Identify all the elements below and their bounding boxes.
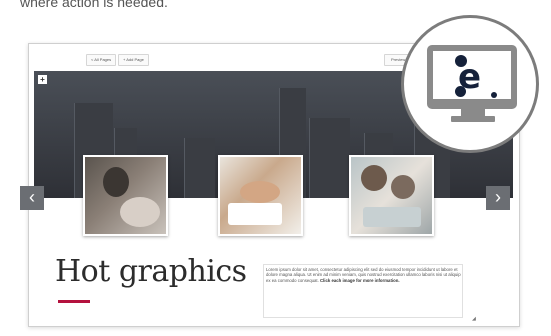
carousel-prev-button[interactable]: ‹ xyxy=(20,186,44,210)
cta-text: Click each image for more information. xyxy=(320,277,400,283)
elucidat-logo-icon: e xyxy=(458,57,482,97)
logo-dot xyxy=(491,92,497,98)
chevron-right-icon: › xyxy=(495,187,501,207)
hotspot-image-1[interactable] xyxy=(83,155,168,236)
all-pages-button[interactable]: < All Pages xyxy=(86,54,117,66)
add-block-button[interactable]: + xyxy=(38,75,47,84)
intro-text: where action is needed. xyxy=(20,0,168,10)
monitor-base xyxy=(451,116,495,122)
add-page-button[interactable]: + Add Page xyxy=(118,54,149,66)
page-heading[interactable]: Hot graphics xyxy=(55,254,247,289)
carousel-next-button[interactable]: › xyxy=(486,186,510,210)
hotspot-image-3[interactable] xyxy=(349,155,434,236)
chevron-left-icon: ‹ xyxy=(29,187,35,207)
heading-accent-bar xyxy=(58,300,90,303)
hotspot-image-2[interactable] xyxy=(218,155,303,236)
body-text[interactable]: Lorem ipsum dolor sit amet, consectetur … xyxy=(266,267,462,283)
resize-handle-icon[interactable]: ◢ xyxy=(472,316,476,322)
